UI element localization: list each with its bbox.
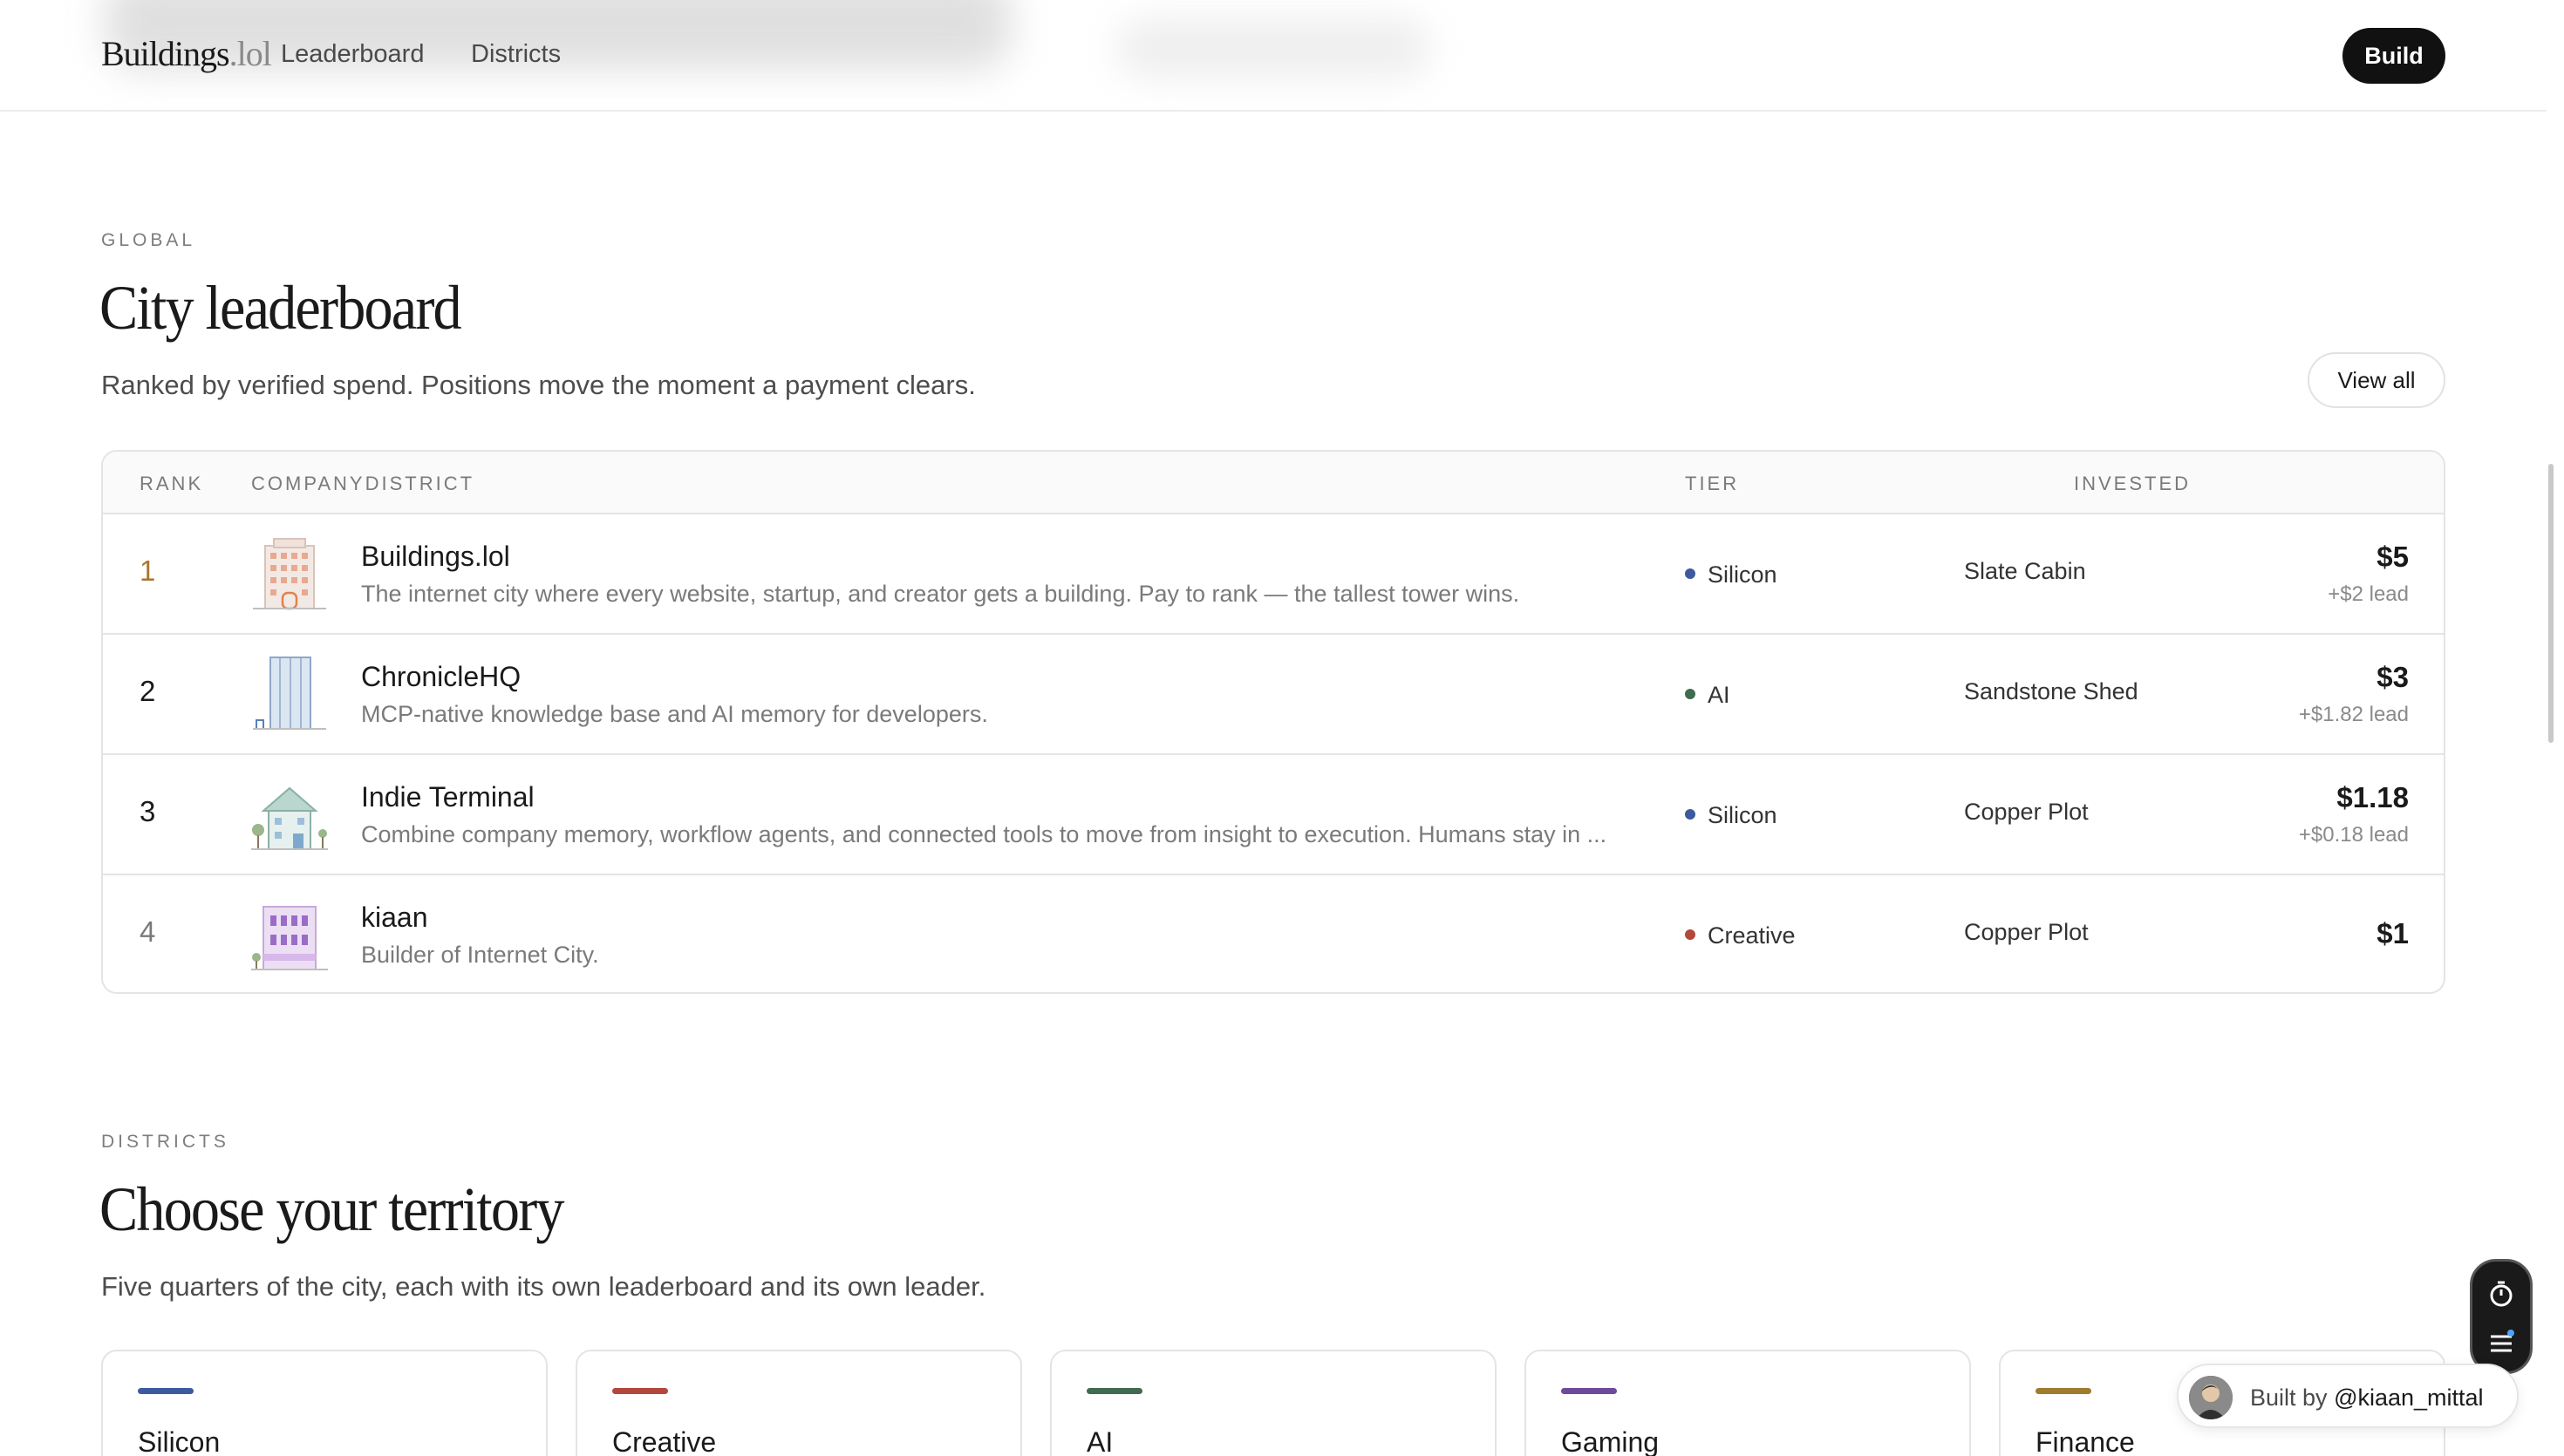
- invested-amount: $3: [2376, 661, 2409, 693]
- district-color-bar: [138, 1388, 194, 1394]
- district-color-bar: [2036, 1388, 2091, 1394]
- company-name[interactable]: Buildings.lol: [361, 541, 510, 573]
- district-name: AI: [1708, 682, 1730, 708]
- table-row[interactable]: 2 ChronicleHQ MCP-native knowledge base …: [103, 635, 2444, 755]
- nav-leaderboard[interactable]: Leaderboard: [281, 40, 424, 69]
- company-description: Combine company memory, workflow agents,…: [361, 821, 1607, 847]
- page-scrollbar[interactable]: [2548, 464, 2554, 743]
- district-card-name: Silicon: [138, 1426, 221, 1456]
- lead-amount: +$0.18 lead: [2298, 823, 2409, 847]
- company-description: Builder of Internet City.: [361, 942, 599, 968]
- avatar: [2189, 1376, 2233, 1419]
- built-by-badge[interactable]: Built by @kiaan_mittal: [2177, 1364, 2519, 1428]
- table-header: RANK COMPANYDISTRICT TIER INVESTED: [103, 452, 2444, 514]
- table-row[interactable]: 3 Indie Terminal Combine company memory,…: [103, 755, 2444, 875]
- district-dot: [1685, 929, 1695, 940]
- nav-districts[interactable]: Districts: [471, 40, 561, 69]
- district-card-name: AI: [1087, 1426, 1114, 1456]
- lead-amount: +$1.82 lead: [2298, 703, 2409, 726]
- tier-label: Copper Plot: [1964, 799, 2089, 825]
- tier-label: Slate Cabin: [1964, 558, 2086, 584]
- col-tier: TIER: [1685, 473, 1740, 494]
- menu-icon[interactable]: [2472, 1328, 2530, 1365]
- invested-amount: $1.18: [2336, 781, 2409, 813]
- table-row[interactable]: 4 kiaan Builder of Internet City. Creati…: [103, 875, 2444, 992]
- built-by-text: Built by @kiaan_mittal: [2250, 1385, 2484, 1412]
- invested-amount: $5: [2376, 541, 2409, 573]
- leaderboard-title: City leaderboard: [99, 273, 462, 343]
- leaderboard-table: RANK COMPANYDISTRICT TIER INVESTED 1 Bui…: [101, 450, 2445, 994]
- district-card-gaming[interactable]: Gaming: [1524, 1350, 1971, 1456]
- tier-label: Copper Plot: [1964, 919, 2089, 945]
- col-invested: INVESTED: [2074, 473, 2192, 494]
- table-row[interactable]: 1 Buildings.lol The internet city where …: [103, 514, 2444, 635]
- district-name: Creative: [1708, 922, 1796, 949]
- building-tower-icon: [253, 538, 326, 610]
- district-label: Silicon: [1685, 802, 1777, 829]
- district-color-bar: [1561, 1388, 1617, 1394]
- district-card-name: Finance: [2036, 1426, 2135, 1456]
- district-card-creative[interactable]: Creative: [576, 1350, 1022, 1456]
- district-card-name: Gaming: [1561, 1426, 1660, 1456]
- district-label: Silicon: [1685, 561, 1777, 589]
- build-button[interactable]: Build: [2342, 28, 2445, 84]
- invested-amount: $1: [2376, 917, 2409, 949]
- district-card-silicon[interactable]: Silicon: [101, 1350, 548, 1456]
- district-dot: [1685, 809, 1695, 820]
- district-name: Silicon: [1708, 561, 1777, 588]
- districts-eyebrow: DISTRICTS: [101, 1132, 229, 1152]
- company-description: The internet city where every website, s…: [361, 581, 1520, 607]
- row-rank: 3: [140, 795, 156, 827]
- logo-tld: .lol: [228, 34, 272, 73]
- district-dot: [1685, 689, 1695, 699]
- floating-toolbar: [2470, 1259, 2533, 1374]
- header-blur-shape-2: [1116, 17, 1430, 78]
- timer-icon[interactable]: [2472, 1279, 2530, 1317]
- leaderboard-subtitle: Ranked by verified spend. Positions move…: [101, 370, 976, 400]
- district-label: AI: [1685, 682, 1730, 709]
- leaderboard-eyebrow: GLOBAL: [101, 230, 196, 250]
- built-by-handle[interactable]: @kiaan_mittal: [2334, 1385, 2483, 1411]
- row-rank: 2: [140, 675, 156, 707]
- top-header: Buildings.lol Leaderboard Districts Buil…: [0, 0, 2547, 112]
- district-label: Creative: [1685, 922, 1796, 949]
- col-company: COMPANYDISTRICT: [251, 473, 475, 494]
- row-rank: 1: [140, 555, 156, 587]
- district-card-ai[interactable]: AI: [1050, 1350, 1497, 1456]
- company-name[interactable]: ChronicleHQ: [361, 661, 521, 693]
- company-description: MCP-native knowledge base and AI memory …: [361, 701, 988, 727]
- row-rank: 4: [140, 915, 156, 948]
- building-house-icon: [251, 786, 328, 850]
- district-card-name: Creative: [612, 1426, 717, 1456]
- tier-label: Sandstone Shed: [1964, 678, 2138, 704]
- view-all-button[interactable]: View all: [2308, 352, 2445, 408]
- site-logo[interactable]: Buildings.lol: [101, 33, 272, 74]
- districts-title: Choose your territory: [99, 1174, 564, 1244]
- building-shop-icon: [251, 906, 328, 970]
- company-name[interactable]: Indie Terminal: [361, 781, 535, 813]
- lead-amount: +$2 lead: [2328, 582, 2409, 606]
- building-glass-tower-icon: [253, 657, 326, 730]
- district-dot: [1685, 568, 1695, 579]
- built-by-prefix: Built by: [2250, 1385, 2328, 1411]
- col-rank: RANK: [140, 473, 204, 494]
- company-name[interactable]: kiaan: [361, 901, 428, 934]
- logo-main: Buildings: [101, 34, 230, 73]
- district-color-bar: [1087, 1388, 1142, 1394]
- districts-subtitle: Five quarters of the city, each with its…: [101, 1271, 986, 1302]
- district-color-bar: [612, 1388, 668, 1394]
- district-name: Silicon: [1708, 802, 1777, 828]
